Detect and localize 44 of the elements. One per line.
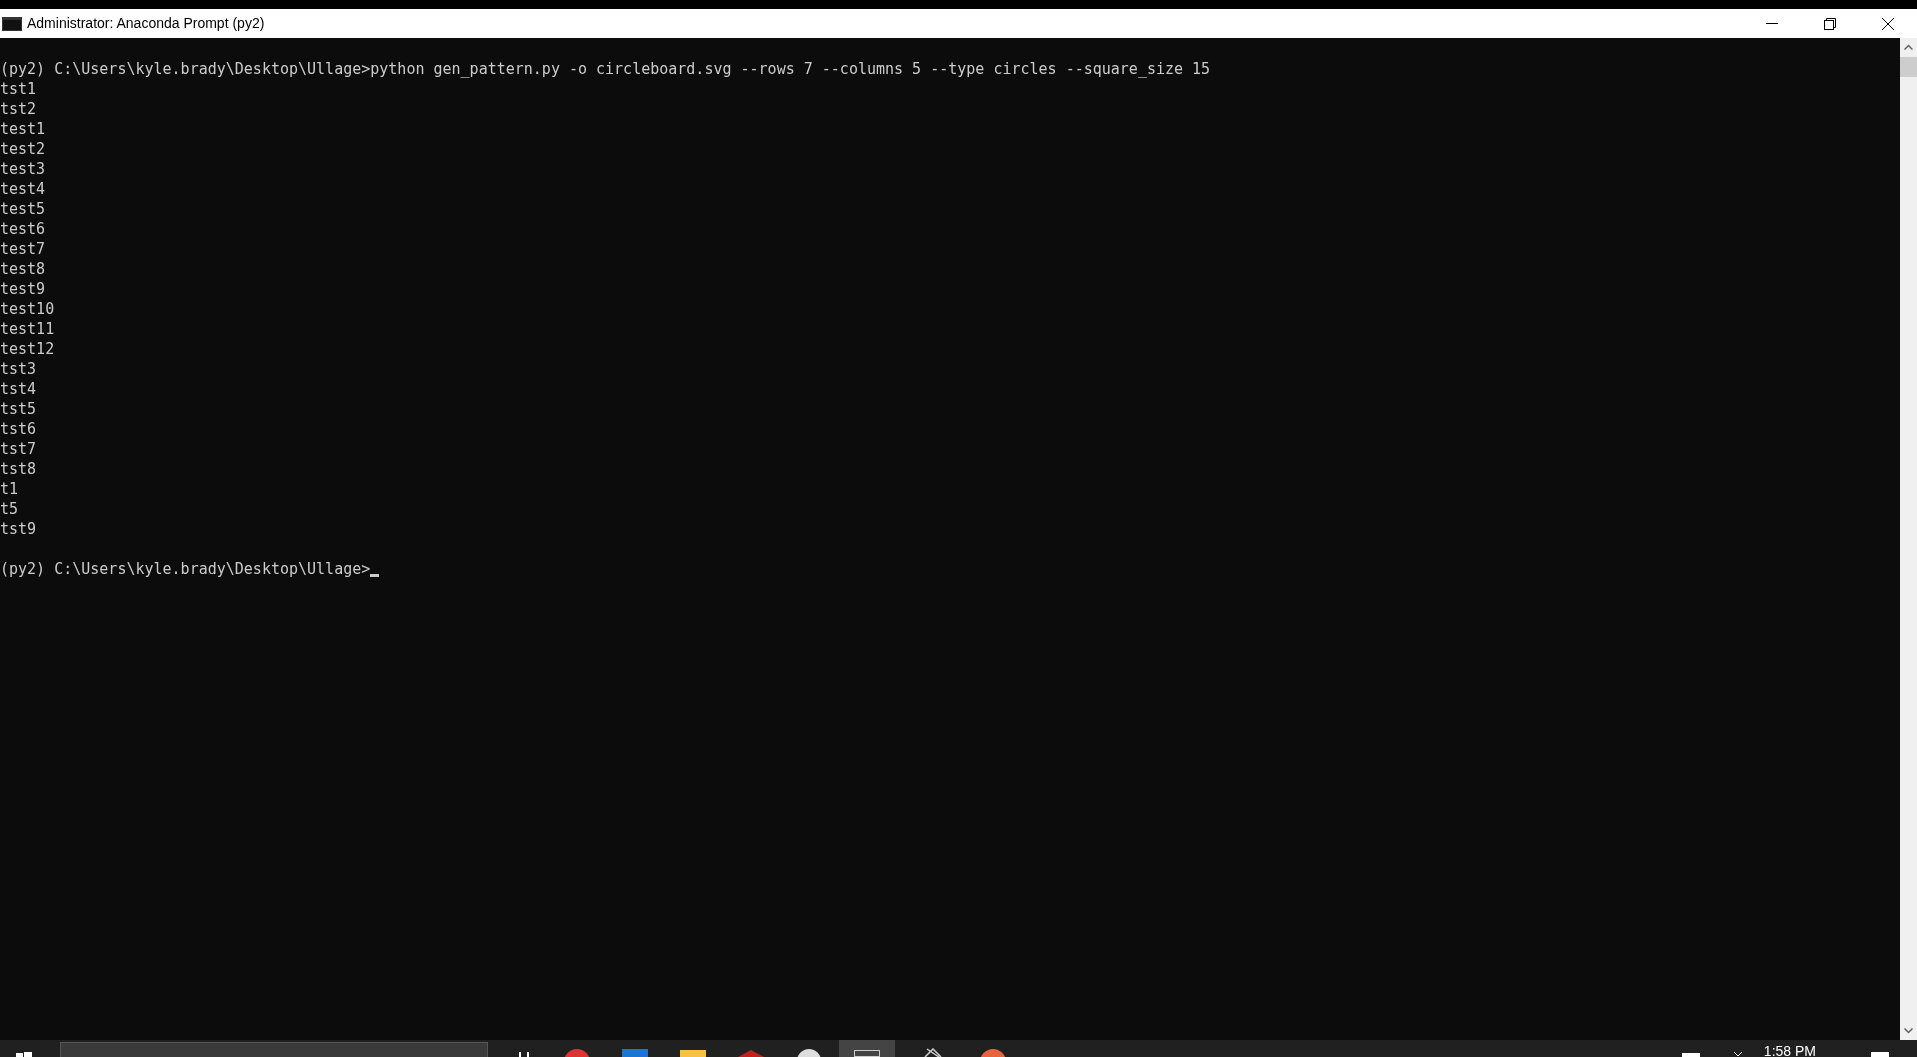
chevron-icon[interactable]: [1733, 1052, 1742, 1057]
scroll-up-icon[interactable]: [1904, 44, 1913, 50]
console-line: test11: [0, 319, 55, 339]
console-line: tst5: [0, 399, 37, 419]
console-line: tst8: [0, 459, 37, 479]
prompt-text: (py2) C:\Users\kyle.brady\Desktop\Ullage>: [0, 559, 371, 579]
app-icon[interactable]: [980, 1049, 1006, 1057]
console-line: test1: [0, 119, 46, 139]
windows-icon[interactable]: [16, 1052, 32, 1057]
console-line: tst1: [0, 79, 37, 99]
console-line: test9: [0, 279, 46, 299]
search-field[interactable]: [60, 1042, 488, 1057]
console-line: test12: [0, 339, 55, 359]
console-line: t1: [0, 479, 19, 499]
console-line: test7: [0, 239, 46, 259]
scroll-down-icon[interactable]: [1904, 1028, 1913, 1034]
app-icon[interactable]: [923, 1048, 943, 1057]
terminal-taskbar-button[interactable]: [839, 1040, 895, 1057]
scrollbar-thumb[interactable]: [1900, 57, 1917, 77]
console-line: tst9: [0, 519, 37, 539]
terminal-icon: [2, 16, 22, 31]
console-line: (py2) C:\Users\kyle.brady\Desktop\Ullage>python gen_pattern.py -o circleboard.svg --rows 7 --columns 5 --type circles --square_size 15: [0, 59, 1211, 79]
app-icon[interactable]: [796, 1048, 822, 1057]
minimize-icon: [1766, 22, 1778, 25]
console-line: tst7: [0, 439, 37, 459]
console-line: test2: [0, 139, 46, 159]
console-line: tst4: [0, 379, 37, 399]
console-line: test4: [0, 179, 46, 199]
restore-icon: [1824, 17, 1836, 30]
clock: 1:58 PM: [1763, 1043, 1816, 1057]
task-view-icon[interactable]: [519, 1052, 531, 1057]
window-title: Administrator: Anaconda Prompt (py2): [27, 14, 265, 33]
console-line: test5: [0, 199, 46, 219]
terminal-icon: [854, 1050, 880, 1057]
console-line: test3: [0, 159, 46, 179]
text-cursor: [370, 573, 380, 577]
console-line: tst3: [0, 359, 37, 379]
console-line: test10: [0, 299, 55, 319]
console-line: tst6: [0, 419, 37, 439]
console-line: test8: [0, 259, 46, 279]
console-line: test6: [0, 219, 46, 239]
console-line: t5: [0, 499, 19, 519]
console-line: tst2: [0, 99, 37, 119]
close-icon: [1882, 17, 1894, 30]
